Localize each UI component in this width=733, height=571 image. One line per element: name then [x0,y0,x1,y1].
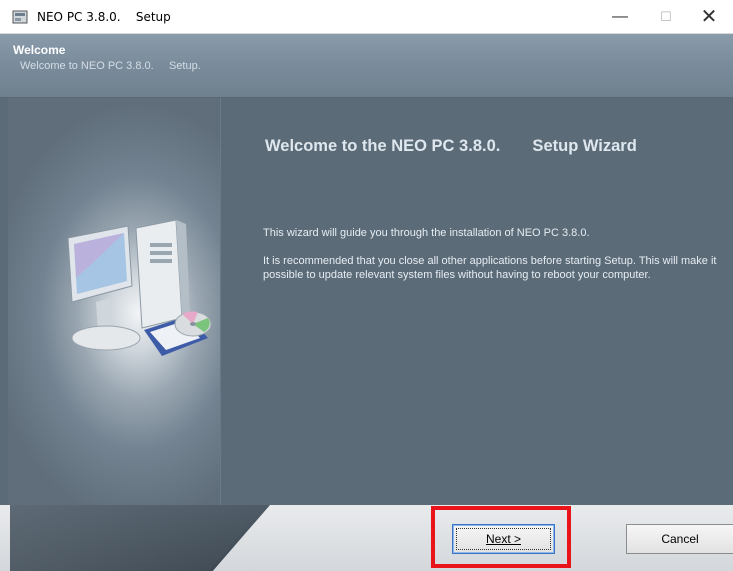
intro-paragraph: This wizard will guide you through the i… [263,227,590,239]
header-subtitle: Welcome to NEO PC 3.8.0. Setup. [20,60,201,72]
header-title: Welcome [13,43,66,57]
installer-icon [12,9,28,25]
close-button[interactable]: ✕ [689,0,729,33]
maximize-button[interactable]: ☐ [643,0,689,33]
setup-window: NEO PC 3.8.0. Setup — ☐ ✕ Welcome Welcom… [0,0,733,571]
wizard-header: Welcome Welcome to NEO PC 3.8.0. Setup. [0,34,733,98]
welcome-heading: Welcome to the NEO PC 3.8.0. Setup Wizar… [265,137,637,155]
side-image-panel [8,98,221,505]
footer-decoration-shade [10,505,265,571]
wizard-body: Welcome to the NEO PC 3.8.0. Setup Wizar… [0,98,733,505]
computer-with-disc-illustration [67,219,212,356]
cancel-button-label: Cancel [661,532,699,546]
cancel-button[interactable]: Cancel [626,524,733,554]
window-controls: — ☐ ✕ [597,0,733,33]
highlight-annotation [431,506,571,568]
recommendation-paragraph: It is recommended that you close all oth… [263,255,717,281]
title-bar: NEO PC 3.8.0. Setup — ☐ ✕ [0,0,733,34]
window-title: NEO PC 3.8.0. Setup [37,9,171,24]
button-bar [0,505,733,571]
minimize-button[interactable]: — [597,0,643,33]
